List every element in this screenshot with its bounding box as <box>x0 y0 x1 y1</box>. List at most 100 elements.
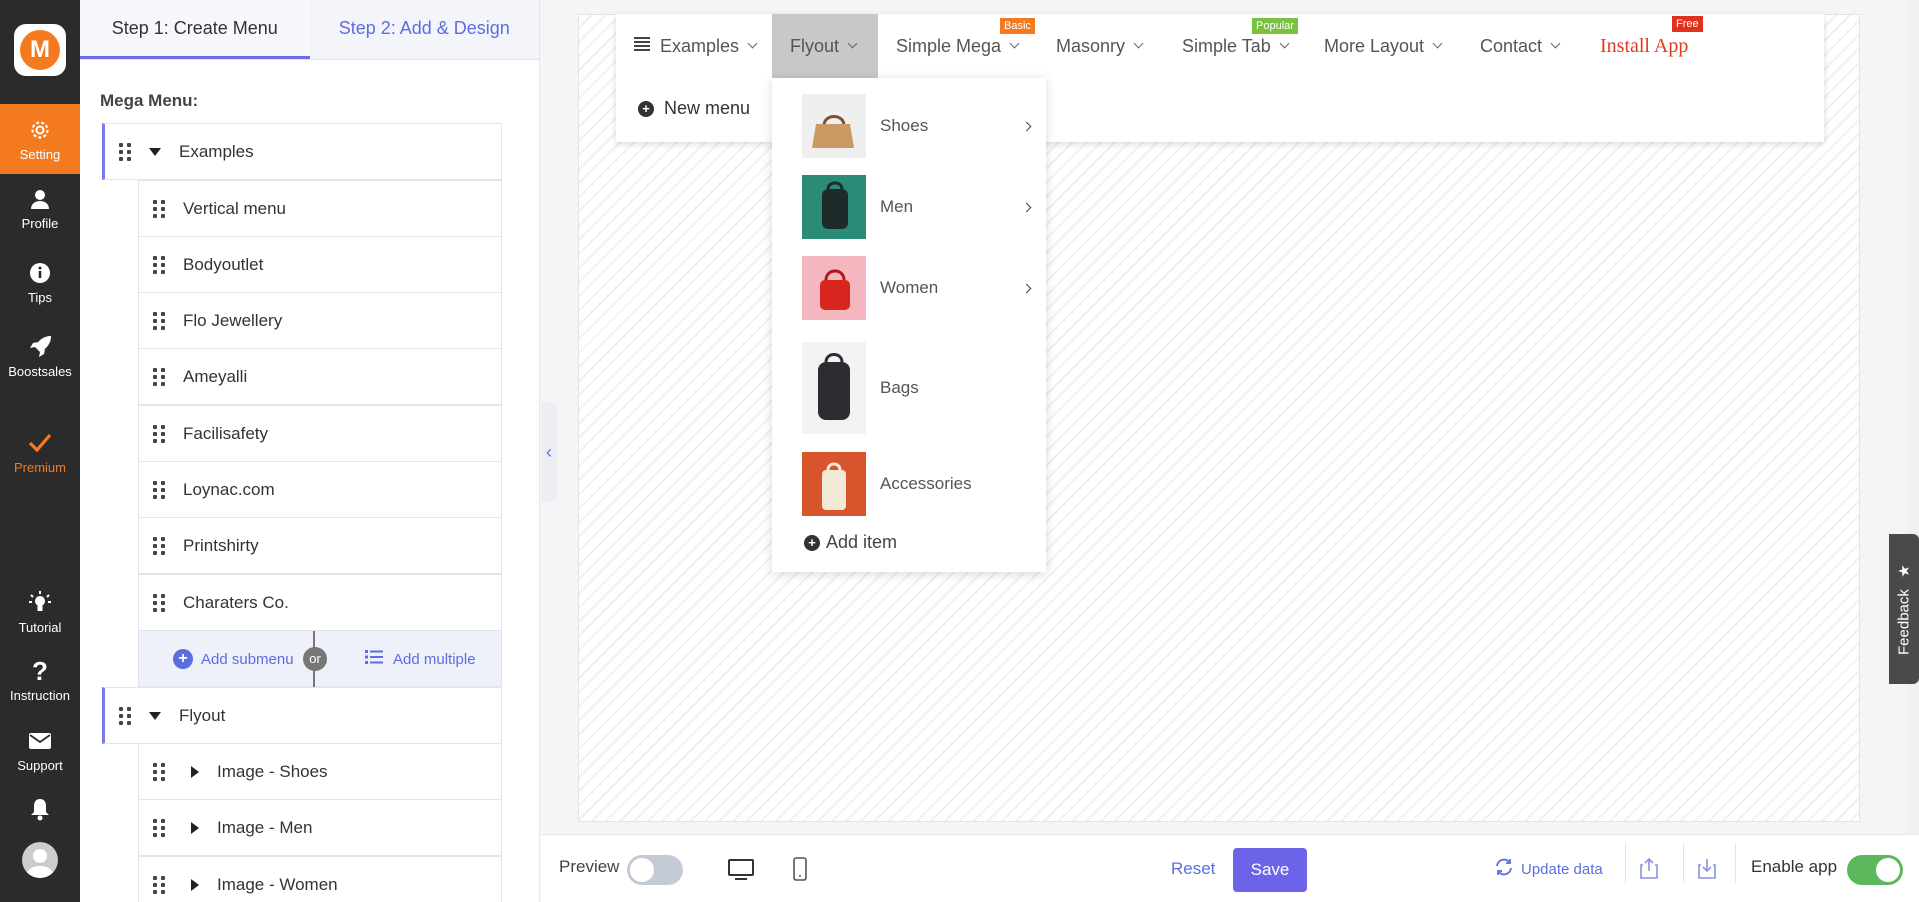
drag-handle-icon[interactable] <box>119 706 133 725</box>
avatar[interactable] <box>22 842 58 878</box>
tree-subitem-label: Image - Shoes <box>217 761 328 781</box>
dropdown-item-bags[interactable]: Bags <box>802 342 1042 434</box>
nav-tutorial-label: Tutorial <box>18 620 62 635</box>
update-data-button[interactable]: Update data <box>1493 857 1603 881</box>
import-button[interactable] <box>1697 857 1717 884</box>
caret-down-icon[interactable] <box>149 147 161 156</box>
feedback-label: Feedback <box>1895 589 1913 655</box>
question-icon: ? <box>32 655 48 686</box>
logo-mark: M <box>20 30 60 70</box>
save-button[interactable]: Save <box>1233 848 1307 892</box>
toggle-knob <box>630 858 654 882</box>
drag-handle-icon[interactable] <box>153 311 167 330</box>
tree-subitem-label: Charaters Co. <box>183 592 289 612</box>
menu-item-masonry[interactable]: Masonry <box>1056 14 1144 78</box>
drag-handle-icon[interactable] <box>119 142 133 161</box>
drag-handle-icon[interactable] <box>153 762 167 781</box>
new-menu-button[interactable]: + New menu <box>638 98 750 119</box>
tab-create-menu[interactable]: Step 1: Create Menu <box>80 0 310 59</box>
menu-item-flyout[interactable]: Flyout <box>772 14 878 78</box>
tab-add-design[interactable]: Step 2: Add & Design <box>310 0 540 59</box>
badge-basic: Basic <box>1000 18 1035 34</box>
tree-subitem[interactable]: Vertical menu <box>138 180 502 237</box>
tree-subitem-label: Image - Women <box>217 874 338 894</box>
add-multiple-button[interactable]: Add multiple <box>365 649 476 669</box>
nav-support[interactable]: Support <box>0 728 80 773</box>
menu-item-label: Contact <box>1480 35 1543 56</box>
add-submenu-button[interactable]: + Add submenu <box>173 649 294 669</box>
men-thumbnail <box>802 175 866 239</box>
plus-circle-icon: + <box>804 534 820 551</box>
caret-right-icon[interactable] <box>191 765 199 778</box>
divider <box>1625 843 1626 883</box>
drag-handle-icon[interactable] <box>153 536 167 555</box>
drag-handle-icon[interactable] <box>153 424 167 443</box>
feedback-button[interactable]: Feedback ★ <box>1889 534 1919 684</box>
add-multiple-label: Add multiple <box>393 650 476 668</box>
chevron-down-icon <box>847 38 858 49</box>
drag-handle-icon[interactable] <box>153 199 167 218</box>
nav-setting[interactable]: Setting <box>0 104 80 174</box>
nav-instruction[interactable]: ? Instruction <box>0 655 80 704</box>
lightbulb-icon <box>28 590 52 616</box>
nav-setting-label: Setting <box>19 146 61 162</box>
tree-subitem[interactable]: Image - Shoes <box>138 743 502 800</box>
tree-subitem[interactable]: Image - Men <box>138 799 502 856</box>
desktop-view-button[interactable] <box>728 859 754 886</box>
collapse-panel-button[interactable]: ‹ <box>541 402 557 502</box>
mobile-view-button[interactable] <box>793 857 807 886</box>
page-scrollbar[interactable] <box>1907 0 1919 834</box>
drag-handle-icon[interactable] <box>153 480 167 499</box>
gear-icon <box>28 117 52 143</box>
tree-subitem-label: Ameyalli <box>183 366 248 386</box>
bags-thumbnail <box>802 342 866 434</box>
dropdown-item-shoes[interactable]: Shoes <box>802 94 1042 158</box>
tree-subitem[interactable]: Bodyoutlet <box>138 236 502 293</box>
export-button[interactable] <box>1639 857 1659 884</box>
chevron-down-icon <box>1432 38 1443 49</box>
plus-circle-icon: + <box>638 100 654 117</box>
tree-subitem[interactable]: Ameyalli <box>138 348 502 405</box>
nav-boostsales[interactable]: Boostsales <box>0 334 80 379</box>
menu-item-contact[interactable]: Contact <box>1480 14 1561 78</box>
dropdown-item-men[interactable]: Men <box>802 175 1042 239</box>
drag-handle-icon[interactable] <box>153 367 167 386</box>
tree-subitem[interactable]: Printshirty <box>138 517 502 574</box>
tree-subitem-label: Facilisafety <box>183 423 269 443</box>
caret-right-icon[interactable] <box>191 821 199 834</box>
step-tabs: Step 1: Create Menu Step 2: Add & Design <box>80 0 539 60</box>
dropdown-item-women[interactable]: Women <box>802 256 1042 320</box>
nav-tutorial[interactable]: Tutorial <box>0 590 80 635</box>
add-item-button[interactable]: + Add item <box>804 532 897 553</box>
tree-subitem[interactable]: Image - Women <box>138 856 502 902</box>
menu-builder-panel: Step 1: Create Menu Step 2: Add & Design… <box>80 0 540 902</box>
nav-tips-label: Tips <box>27 290 53 305</box>
tree-item-flyout[interactable]: Flyout <box>102 687 502 744</box>
nav-profile[interactable]: Profile <box>0 186 80 231</box>
badge-popular: Popular <box>1252 18 1298 34</box>
drag-handle-icon[interactable] <box>153 593 167 612</box>
menu-item-label: Simple Tab <box>1182 35 1271 56</box>
drag-handle-icon[interactable] <box>153 255 167 274</box>
drag-handle-icon[interactable] <box>153 818 167 837</box>
divider <box>1735 843 1736 883</box>
tree-subitem[interactable]: Flo Jewellery <box>138 292 502 349</box>
caret-right-icon[interactable] <box>191 878 199 891</box>
tree-subitem[interactable]: Facilisafety <box>138 405 502 462</box>
menu-item-more-layout[interactable]: More Layout <box>1324 14 1443 78</box>
dropdown-item-accessories[interactable]: Accessories <box>802 452 1042 516</box>
caret-down-icon[interactable] <box>149 711 161 720</box>
tree-subitem[interactable]: Loynac.com <box>138 461 502 518</box>
tree-item-examples[interactable]: Examples <box>102 123 502 180</box>
nav-tips[interactable]: Tips <box>0 260 80 305</box>
add-submenu-label: Add submenu <box>201 650 294 668</box>
app-logo[interactable]: M <box>14 24 66 76</box>
menu-item-examples[interactable]: Examples <box>634 14 758 78</box>
notification-bell-button[interactable] <box>0 796 80 826</box>
reset-button[interactable]: Reset <box>1171 859 1215 879</box>
enable-app-toggle[interactable] <box>1847 855 1903 885</box>
nav-premium[interactable]: Premium <box>0 430 80 475</box>
tree-subitem[interactable]: Charaters Co. <box>138 574 502 631</box>
preview-toggle[interactable] <box>627 855 683 885</box>
drag-handle-icon[interactable] <box>153 875 167 894</box>
